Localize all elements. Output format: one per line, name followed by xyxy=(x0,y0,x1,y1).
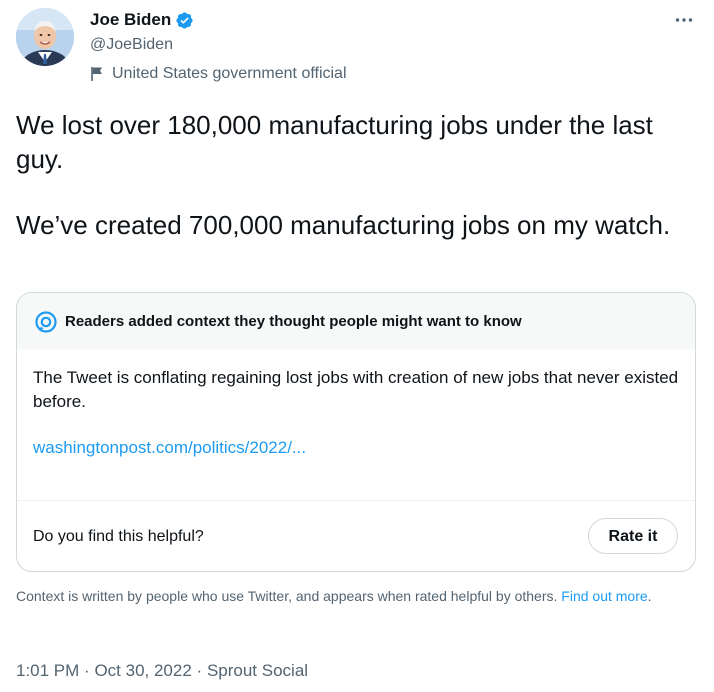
tweet-text: We lost over 180,000 manufacturing jobs … xyxy=(16,108,696,242)
verified-badge-icon xyxy=(175,11,194,30)
divider xyxy=(17,500,695,501)
tweet-paragraph: We’ve created 700,000 manufacturing jobs… xyxy=(16,210,671,240)
separator: · xyxy=(84,661,90,680)
affiliation-label: United States government official xyxy=(90,64,347,84)
community-notes-card: Readers added context they thought peopl… xyxy=(16,292,696,572)
tweet-timestamp: 1:01 PM · Oct 30, 2022 · Sprout Social xyxy=(16,660,308,682)
more-options-button[interactable] xyxy=(668,6,700,34)
community-notes-header: Readers added context they thought peopl… xyxy=(17,293,695,349)
author-name-row[interactable]: Joe Biden xyxy=(90,10,194,30)
community-notes-footnote: Context is written by people who use Twi… xyxy=(16,586,698,606)
community-notes-title: Readers added context they thought peopl… xyxy=(65,313,522,330)
footnote-text: Context is written by people who use Twi… xyxy=(16,588,558,604)
tweet-source[interactable]: Sprout Social xyxy=(207,661,308,680)
author-name[interactable]: Joe Biden xyxy=(90,10,171,30)
rate-it-button[interactable]: Rate it xyxy=(588,518,678,554)
community-note-text: The Tweet is conflating regaining lost j… xyxy=(33,368,679,411)
tweet-date[interactable]: Oct 30, 2022 xyxy=(94,661,191,680)
footnote-period: . xyxy=(647,588,652,604)
community-note-source-link[interactable]: washingtonpost.com/politics/2022/... xyxy=(33,437,306,459)
community-notes-icon xyxy=(35,311,57,333)
affiliation-text: United States government official xyxy=(112,65,347,82)
find-out-more-link[interactable]: Find out more xyxy=(561,588,647,604)
separator: · xyxy=(196,661,203,680)
author-handle[interactable]: @JoeBiden xyxy=(90,35,173,55)
tweet-time[interactable]: 1:01 PM xyxy=(16,661,79,680)
helpful-question: Do you find this helpful? xyxy=(33,528,204,545)
avatar[interactable] xyxy=(16,8,74,66)
tweet-paragraph: We lost over 180,000 manufacturing jobs … xyxy=(16,110,653,174)
more-options-icon xyxy=(675,18,693,22)
tweet: Joe Biden @JoeBiden United States govern… xyxy=(0,0,714,692)
flag-icon xyxy=(90,66,104,82)
avatar-image xyxy=(16,8,74,66)
